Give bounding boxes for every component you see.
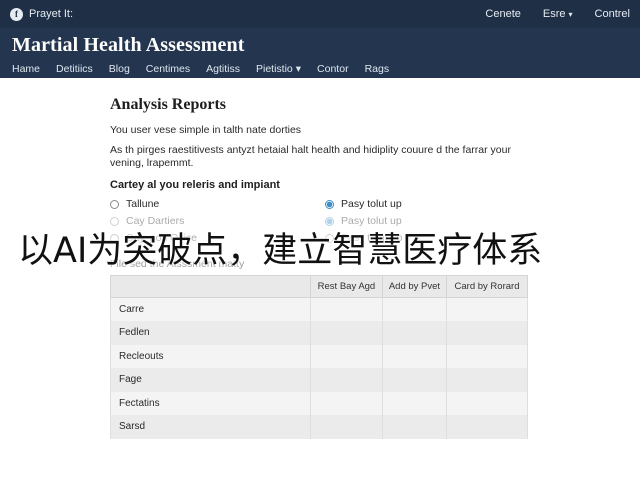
table-row[interactable]: Fage [110, 368, 528, 392]
chevron-down-icon: ▾ [295, 63, 302, 75]
table-cell[interactable] [446, 415, 528, 439]
table-cell[interactable] [310, 297, 383, 321]
table-row[interactable]: Fectatins [110, 391, 528, 415]
nav-item-home[interactable]: Hame [12, 63, 40, 75]
table-header-cell [110, 275, 311, 298]
table-cell[interactable] [381, 344, 448, 368]
table-cell: Sarsd [110, 415, 311, 439]
site-header: Martial Health Assessment Hame Detitiics… [0, 28, 640, 78]
top-link-1[interactable]: Cenete [485, 8, 520, 20]
table-header-row: Rest Bay Agd Add by Pvet Card by Rorard [110, 275, 528, 298]
radio-option-1-label: Tallune [126, 198, 160, 210]
brand-label: Prayet It: [29, 8, 74, 20]
table-cell[interactable] [446, 344, 528, 368]
table-header-cell[interactable]: Rest Bay Agd [310, 275, 383, 298]
nav-item-blog[interactable]: Blog [109, 63, 130, 75]
description-text: As th pirges raestitivests antyzt hetaia… [110, 144, 511, 169]
table-cell[interactable] [381, 368, 448, 392]
top-link-3[interactable]: Contrel [595, 8, 630, 20]
table-cell[interactable] [446, 391, 528, 415]
table-cell[interactable] [310, 415, 383, 439]
brand[interactable]: f Prayet It: [10, 7, 74, 21]
table-header-cell[interactable]: Card by Rorard [446, 275, 528, 298]
radio-option-2[interactable]: Pasy tolut up [325, 198, 525, 210]
page-title: Analysis Reports [110, 96, 227, 113]
table-row[interactable]: Carre [110, 297, 528, 321]
nav-item-6-label: Pietistio [256, 63, 293, 75]
top-link-2-label: Esre [542, 8, 566, 20]
top-links: Cenete Esre ▾ Contrel [485, 8, 630, 20]
table-cell[interactable] [381, 321, 448, 345]
nav-item-6[interactable]: Pietistio ▾ [256, 63, 301, 75]
site-title: Martial Health Assessment [12, 34, 245, 56]
table-row[interactable]: Sarsd [110, 415, 528, 439]
intro-text: You user vese simple in talth nate dorti… [110, 124, 302, 136]
nav-item-contact[interactable]: Contor [317, 63, 349, 75]
table-cell[interactable] [310, 344, 383, 368]
radio-checked-icon[interactable] [325, 199, 334, 209]
radio-option-2-label: Pasy tolut up [341, 198, 402, 210]
table-cell[interactable] [310, 368, 383, 392]
top-bar: f Prayet It: Cenete Esre ▾ Contrel [0, 0, 640, 28]
table-cell: Fage [110, 368, 311, 392]
top-link-2[interactable]: Esre ▾ [543, 8, 573, 20]
table-cell[interactable] [381, 415, 448, 439]
radio-option-1[interactable]: Tallune [110, 198, 325, 210]
table-cell: Fedlen [110, 321, 311, 345]
table-header-cell[interactable]: Add by Pvet [381, 275, 448, 298]
table-cell: Fectatins [110, 391, 311, 415]
table-row[interactable]: Fedlen [110, 321, 528, 345]
logo-icon: f [10, 7, 23, 21]
chevron-down-icon: ▾ [568, 10, 573, 19]
table-cell[interactable] [310, 321, 383, 345]
main-content: Analysis Reports You user vese simple in… [0, 78, 540, 244]
table-cell: Recleouts [110, 344, 311, 368]
nav-item-2[interactable]: Detitiics [56, 63, 93, 75]
table-cell[interactable] [446, 297, 528, 321]
nav-item-4[interactable]: Centimes [146, 63, 190, 75]
table-cell[interactable] [381, 391, 448, 415]
options-label: Cartey al you releris and impiant [110, 179, 280, 191]
nav-item-8[interactable]: Rags [365, 63, 390, 75]
table-cell[interactable] [381, 297, 448, 321]
nav-item-5[interactable]: Agtitiss [206, 63, 240, 75]
main-nav: Hame Detitiics Blog Centimes Agtitiss Pi… [12, 63, 628, 75]
assessment-table: Rest Bay Agd Add by Pvet Card by Rorard … [110, 275, 528, 439]
table-cell[interactable] [310, 391, 383, 415]
table-cell[interactable] [446, 368, 528, 392]
radio-icon[interactable] [110, 199, 119, 209]
overlay-caption: 以AI为突破点，建立智慧医疗体系 [18, 231, 543, 271]
table-cell[interactable] [446, 321, 528, 345]
table-cell: Carre [110, 297, 311, 321]
table-row[interactable]: Recleouts [110, 344, 528, 368]
